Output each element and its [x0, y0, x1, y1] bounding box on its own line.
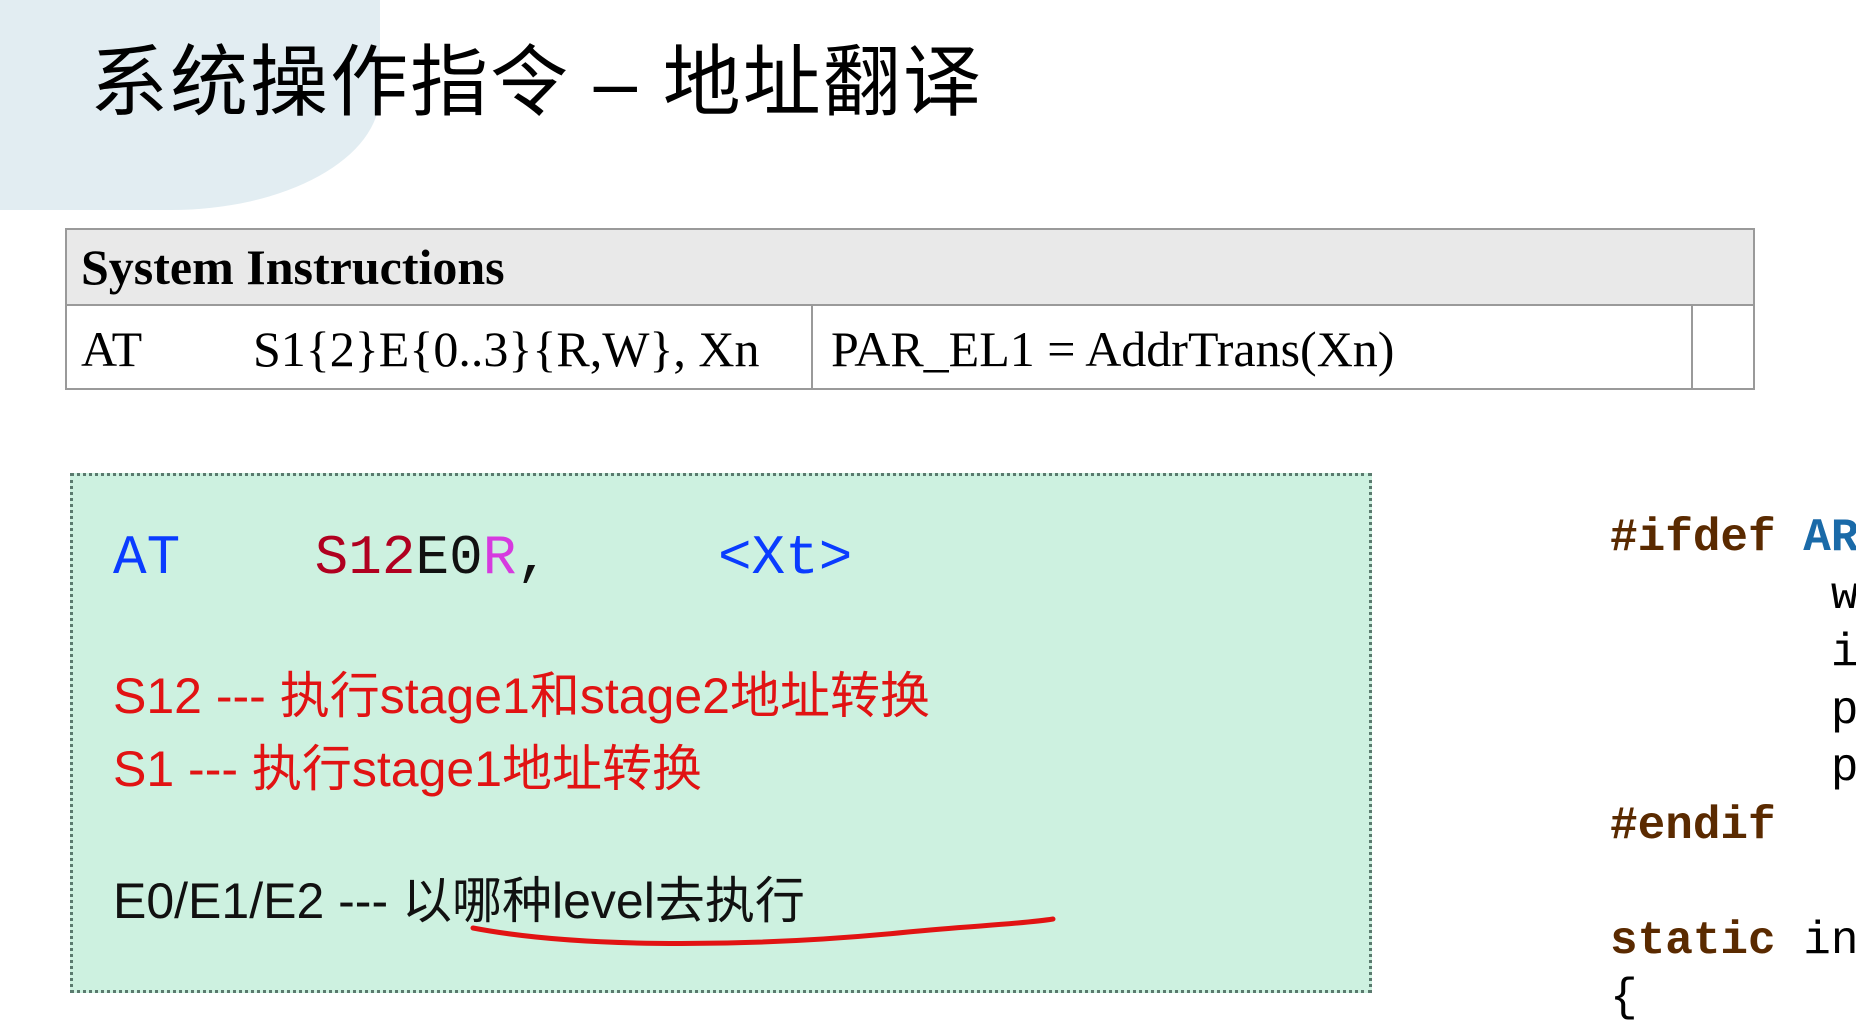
note-ex: E0/E1/E2 --- 以哪种level去执行	[113, 865, 1329, 938]
cell-mnemonic: AT	[67, 306, 247, 388]
instructions-table: System Instructions AT S1{2}E{0..3}{R,W}…	[65, 228, 1755, 390]
code-l4: p	[1610, 685, 1856, 737]
note-s1: S1 --- 执行stage1地址转换	[113, 733, 1329, 806]
note-s12: S12 --- 执行stage1和stage2地址转换	[113, 660, 1329, 733]
notes-block: S12 --- 执行stage1和stage2地址转换 S1 --- 执行sta…	[113, 660, 1329, 938]
table-row: AT S1{2}E{0..3}{R,W}, Xn PAR_EL1 = AddrT…	[67, 306, 1753, 388]
explanation-box: AT S12E0R, <Xt> S12 --- 执行stage1和stage2地…	[70, 473, 1372, 993]
code-l3: i	[1610, 627, 1856, 679]
tok-at: AT	[113, 526, 180, 590]
tok-e0: E0	[415, 526, 482, 590]
code-endif: #endif	[1610, 800, 1776, 852]
code-ifdef-arg: AR	[1776, 512, 1856, 564]
code-snippet: #ifdef AR w i p p #endif static in {	[1610, 510, 1856, 1028]
code-l9: {	[1610, 972, 1638, 1024]
tok-comma: ,	[516, 526, 550, 590]
cell-effect: PAR_EL1 = AddrTrans(Xn)	[813, 306, 1693, 388]
cell-empty	[1693, 306, 1753, 388]
code-static: static	[1610, 915, 1776, 967]
table-header: System Instructions	[67, 230, 1753, 306]
tok-xt: <Xt>	[718, 526, 852, 590]
syntax-line: AT S12E0R, <Xt>	[113, 526, 1329, 590]
tok-s12: S12	[315, 526, 416, 590]
cell-operands: S1{2}E{0..3}{R,W}, Xn	[247, 306, 813, 388]
page-title: 系统操作指令 – 地址翻译	[90, 20, 983, 132]
tok-r: R	[483, 526, 517, 590]
underline-annotation	[468, 916, 1058, 956]
code-static-rest: in	[1776, 915, 1856, 967]
code-l2: w	[1610, 570, 1856, 622]
code-l5: p	[1610, 742, 1856, 794]
code-ifdef: #ifdef	[1610, 512, 1776, 564]
